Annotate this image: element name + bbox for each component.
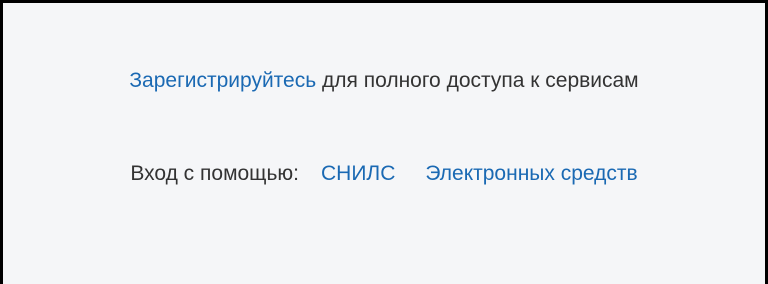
auth-panel: Зарегистрируйтесь для полного доступа к …	[0, 0, 768, 284]
login-options: Вход с помощью: СНИЛС Электронных средств	[3, 162, 765, 186]
register-link[interactable]: Зарегистрируйтесь	[129, 69, 316, 92]
login-electronic-means-link[interactable]: Электронных средств	[425, 162, 637, 185]
login-label: Вход с помощью:	[130, 162, 299, 185]
register-prompt: Зарегистрируйтесь для полного доступа к …	[3, 69, 765, 93]
register-prompt-text: для полного доступа к сервисам	[316, 69, 639, 92]
login-snils-link[interactable]: СНИЛС	[321, 162, 395, 185]
